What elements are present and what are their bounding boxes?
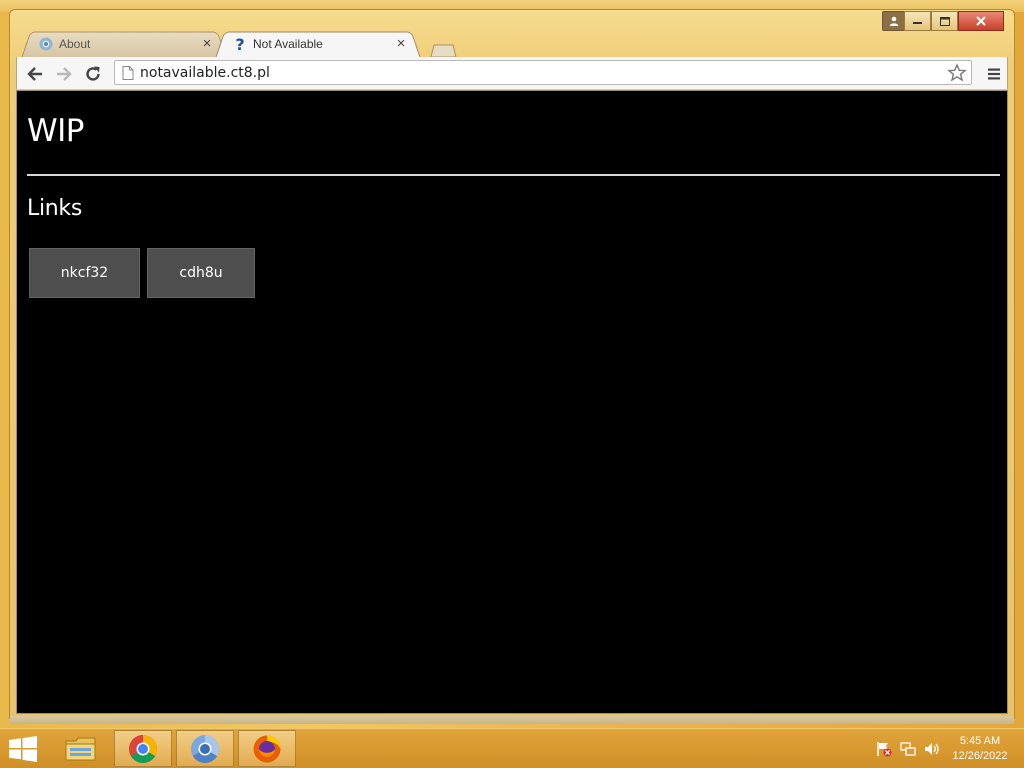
system-clock[interactable]: 5:45 AM 12/26/2022 (948, 734, 1012, 764)
tab-title: Not Available (253, 37, 323, 51)
chrome-settings-icon (38, 36, 54, 52)
close-icon (976, 16, 986, 26)
clock-time: 5:45 AM (959, 735, 1001, 747)
minimize-icon (913, 22, 922, 24)
volume-icon[interactable] (924, 741, 940, 757)
network-icon[interactable] (900, 741, 916, 757)
svg-text:?: ? (235, 36, 244, 52)
hamburger-menu-icon (988, 68, 1000, 80)
divider (27, 174, 1000, 176)
restore-icon (939, 16, 950, 26)
horizontal-scrollbar[interactable] (10, 716, 1014, 724)
bookmark-star-icon[interactable] (947, 63, 967, 83)
taskbar: 5:45 AM 12/26/2022 (0, 728, 1024, 768)
reload-icon (86, 66, 100, 81)
forward-button[interactable] (53, 63, 75, 85)
close-window-button[interactable] (958, 11, 1004, 31)
taskbar-chromium[interactable] (176, 730, 234, 767)
new-tab-button[interactable] (428, 44, 458, 58)
windows-start-icon[interactable] (8, 736, 38, 762)
chromium-icon (191, 734, 219, 763)
tab-not-available[interactable]: ? Not Available × (215, 31, 421, 58)
forward-arrow-icon (57, 67, 72, 81)
question-mark-icon: ? (232, 36, 248, 52)
window-controls (904, 11, 1004, 31)
minimize-button[interactable] (904, 11, 931, 31)
link-button-cdh8u[interactable]: cdh8u (147, 248, 255, 298)
tab-close-icon[interactable]: × (394, 36, 408, 51)
address-bar[interactable] (114, 60, 972, 85)
tab-title: About (59, 37, 91, 51)
back-button[interactable] (24, 63, 46, 85)
taskbar-firefox[interactable] (238, 730, 296, 767)
system-tray (876, 741, 940, 757)
maximize-button[interactable] (931, 11, 958, 31)
browser-toolbar (16, 57, 1008, 89)
firefox-icon (253, 735, 281, 762)
person-icon (889, 16, 899, 26)
clock-date: 12/26/2022 (952, 750, 1008, 762)
back-arrow-icon (27, 67, 42, 81)
browser-window: About × ? Not Available × notavailable.c… (9, 9, 1015, 719)
menu-button[interactable] (983, 63, 1005, 85)
chrome-icon (129, 734, 157, 763)
page-title: WIP (27, 113, 85, 149)
page-content: WIP Links nkcf32 cdh8u (16, 90, 1008, 714)
tab-about[interactable]: About × (21, 31, 227, 58)
page-icon (122, 66, 134, 80)
action-center-flag-icon[interactable] (876, 741, 892, 757)
profile-button[interactable] (882, 11, 906, 31)
taskbar-chrome[interactable] (114, 730, 172, 767)
reload-button[interactable] (82, 63, 104, 85)
section-heading: Links (27, 196, 83, 221)
folder-icon (65, 737, 96, 760)
taskbar-file-explorer[interactable] (52, 730, 110, 767)
tab-close-icon[interactable]: × (200, 36, 214, 51)
link-button-nkcf32[interactable]: nkcf32 (29, 248, 140, 298)
url-input[interactable] (140, 63, 940, 82)
